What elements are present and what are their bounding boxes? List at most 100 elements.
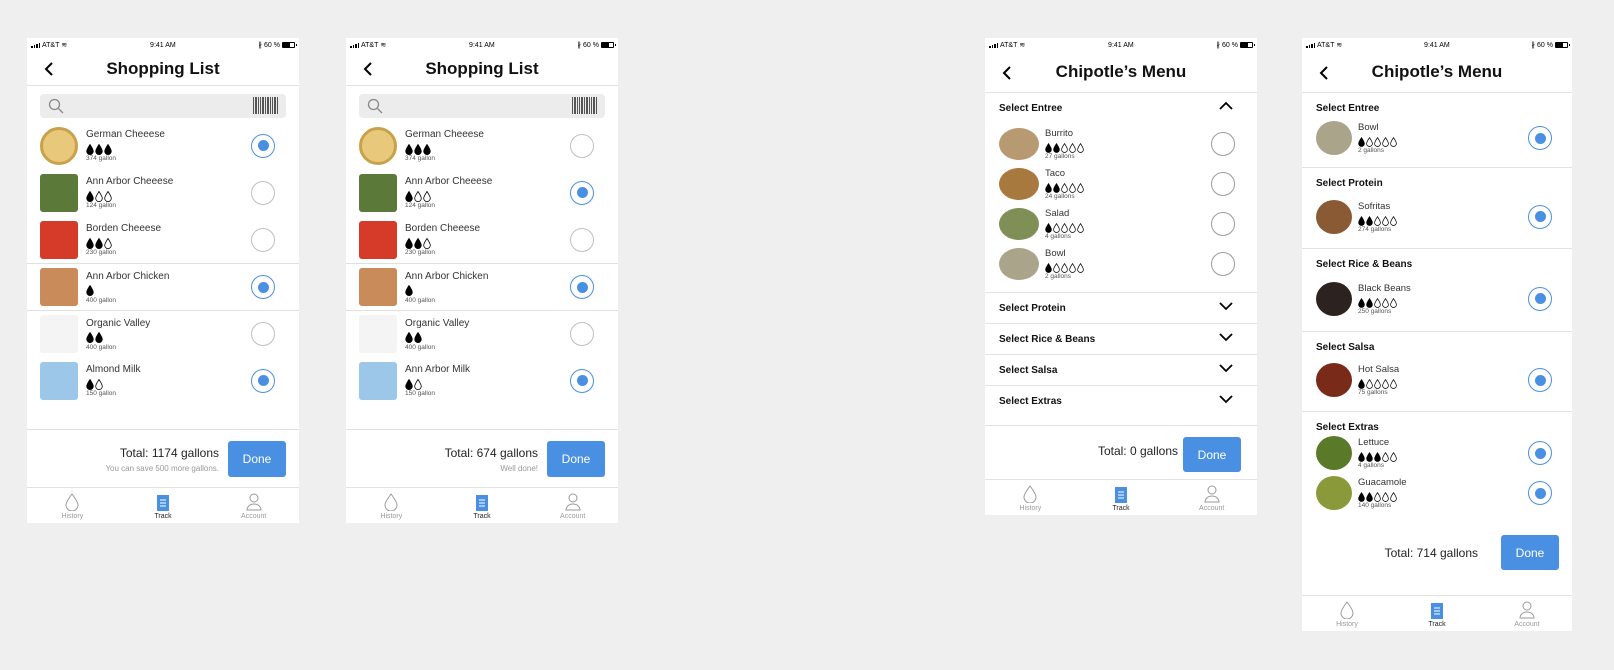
select-radio[interactable] xyxy=(1528,204,1552,229)
tab-label: Track xyxy=(1112,505,1130,512)
barcode-scan-icon[interactable] xyxy=(253,97,278,114)
water-drop-rating xyxy=(1358,137,1397,147)
section-header[interactable]: Select Rice & Beans xyxy=(985,323,1257,354)
chevron-up-icon[interactable] xyxy=(1219,101,1233,114)
tab-account[interactable]: Account xyxy=(527,488,618,523)
bluetooth-icon: ∦ xyxy=(1531,42,1536,49)
select-radio[interactable] xyxy=(251,180,275,205)
select-radio[interactable] xyxy=(1211,252,1235,276)
drop-icon xyxy=(1340,601,1354,619)
list-item[interactable]: Ann Arbor Cheeese 124 gallon xyxy=(346,169,618,216)
menu-item[interactable]: Bowl 2 gallons xyxy=(1302,114,1572,162)
section-header[interactable]: Select Protein xyxy=(985,292,1257,323)
select-radio[interactable] xyxy=(251,322,275,346)
select-radio[interactable] xyxy=(570,180,594,205)
tab-history[interactable]: History xyxy=(346,488,437,523)
tab-label: History xyxy=(380,513,403,520)
tab-track[interactable]: Track xyxy=(1076,480,1167,515)
chevron-down-icon[interactable] xyxy=(1219,363,1233,376)
section-header[interactable]: Select Salsa xyxy=(985,354,1257,385)
item-name: Sofritas xyxy=(1358,200,1391,212)
tab-account[interactable]: Account xyxy=(1166,480,1257,515)
menu-item[interactable]: Burrito 27 gallons xyxy=(985,124,1257,164)
battery-percent: 60 % xyxy=(1537,41,1553,49)
list-item[interactable]: Ann Arbor Milk 150 gallon xyxy=(346,357,618,404)
filled-drop-icon xyxy=(405,378,413,390)
chevron-down-icon[interactable] xyxy=(1219,301,1233,314)
select-radio[interactable] xyxy=(570,275,594,299)
selection-section: Select Salsa Hot Salsa 75 gallons xyxy=(1302,331,1572,411)
done-button[interactable]: Done xyxy=(228,441,286,477)
item-gallons: 4 gallons xyxy=(1358,462,1385,469)
product-image xyxy=(359,126,397,165)
tab-account[interactable]: Account xyxy=(1482,596,1572,631)
tab-history[interactable]: History xyxy=(985,480,1076,515)
search-bar[interactable] xyxy=(40,94,286,118)
select-radio[interactable] xyxy=(570,368,594,393)
list-item[interactable]: Almond Milk 150 gallon xyxy=(27,357,299,404)
tab-track[interactable]: Track xyxy=(1392,596,1482,631)
done-button[interactable]: Done xyxy=(1501,535,1559,570)
water-drop-rating xyxy=(86,143,165,155)
select-radio[interactable] xyxy=(1528,441,1552,465)
back-arrow-icon[interactable] xyxy=(41,61,57,77)
chevron-down-icon[interactable] xyxy=(1219,394,1233,407)
menu-item[interactable]: Salad 4 gallons xyxy=(985,204,1257,244)
item-gallons: 150 gallon xyxy=(86,390,116,397)
battery-percent: 60 % xyxy=(264,41,280,49)
select-radio[interactable] xyxy=(251,275,275,299)
tab-history[interactable]: History xyxy=(27,488,118,523)
item-info: Organic Valley 400 gallon xyxy=(86,318,150,351)
item-gallons: 2 gallons xyxy=(1358,147,1385,154)
search-bar[interactable] xyxy=(359,94,605,118)
back-arrow-icon[interactable] xyxy=(360,61,376,77)
list-item[interactable]: German Cheeese 374 gallon xyxy=(346,122,618,169)
menu-item[interactable]: Taco 24 gallons xyxy=(985,164,1257,204)
menu-item[interactable]: Hot Salsa 75 gallons xyxy=(1302,353,1572,407)
list-item[interactable]: German Cheeese 374 gallon xyxy=(27,122,299,169)
section-header[interactable]: Select Extras xyxy=(985,385,1257,416)
empty-drop-icon xyxy=(95,378,103,390)
back-arrow-icon[interactable] xyxy=(999,65,1015,81)
filled-drop-icon xyxy=(405,143,413,155)
list-item[interactable]: Borden Cheeese 230 gallon xyxy=(27,216,299,263)
list-item[interactable]: Ann Arbor Chicken 400 gallon xyxy=(27,263,299,310)
select-radio[interactable] xyxy=(1528,368,1552,392)
select-radio[interactable] xyxy=(570,227,594,252)
back-arrow-icon[interactable] xyxy=(1316,65,1332,81)
select-radio[interactable] xyxy=(251,368,275,393)
chevron-down-icon[interactable] xyxy=(1219,332,1233,345)
section-entree[interactable]: Select Entree xyxy=(985,93,1257,124)
select-radio[interactable] xyxy=(1528,286,1552,311)
menu-item[interactable]: Sofritas 274 gallons xyxy=(1302,189,1572,244)
select-radio[interactable] xyxy=(1211,172,1235,196)
list-item[interactable]: Organic Valley 400 gallon xyxy=(346,310,618,357)
list-item[interactable]: Borden Cheeese 230 gallon xyxy=(346,216,618,263)
select-radio[interactable] xyxy=(1528,126,1552,150)
empty-drop-icon xyxy=(1077,223,1084,233)
done-button[interactable]: Done xyxy=(1183,437,1241,472)
select-radio[interactable] xyxy=(1211,132,1235,156)
filled-drop-icon xyxy=(86,378,94,390)
menu-item[interactable]: Lettuce 4 gallons xyxy=(1302,433,1572,473)
menu-item[interactable]: Black Beans 250 gallons xyxy=(1302,270,1572,327)
select-radio[interactable] xyxy=(251,133,275,158)
list-item[interactable]: Ann Arbor Cheeese 124 gallon xyxy=(27,169,299,216)
list-item[interactable]: Organic Valley 400 gallon xyxy=(27,310,299,357)
barcode-scan-icon[interactable] xyxy=(572,97,597,114)
tab-track[interactable]: Track xyxy=(437,488,528,523)
select-radio[interactable] xyxy=(1528,481,1552,505)
select-radio[interactable] xyxy=(570,322,594,346)
tab-account[interactable]: Account xyxy=(208,488,299,523)
select-radio[interactable] xyxy=(251,227,275,252)
menu-item[interactable]: Bowl 2 gallons xyxy=(985,244,1257,284)
tab-track[interactable]: Track xyxy=(118,488,209,523)
water-drop-rating xyxy=(86,332,150,343)
list-item[interactable]: Ann Arbor Chicken 400 gallon xyxy=(346,263,618,310)
item-name: German Cheeese xyxy=(86,129,165,140)
select-radio[interactable] xyxy=(570,133,594,158)
done-button[interactable]: Done xyxy=(547,441,605,477)
select-radio[interactable] xyxy=(1211,212,1235,236)
menu-item[interactable]: Guacamole 140 gallons xyxy=(1302,473,1572,513)
tab-history[interactable]: History xyxy=(1302,596,1392,631)
